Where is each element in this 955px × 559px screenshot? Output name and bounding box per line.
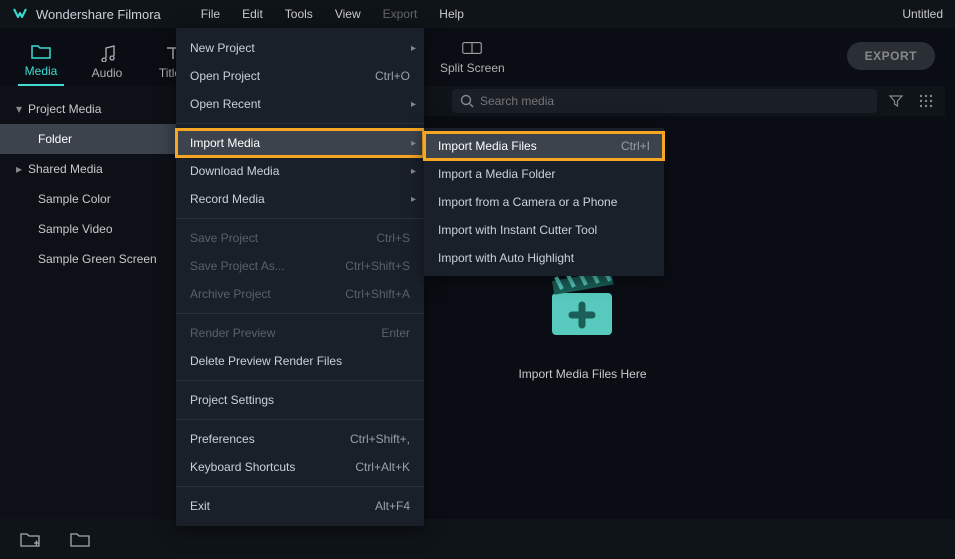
chevron-right-icon: ▸ xyxy=(411,43,416,54)
menu-help[interactable]: Help xyxy=(429,3,474,25)
caret-right-icon: ▸ xyxy=(16,162,28,176)
menu-item-keyboard-shortcuts[interactable]: Keyboard ShortcutsCtrl+Alt+K xyxy=(176,453,424,481)
menu-separator xyxy=(176,380,424,381)
search-field[interactable] xyxy=(480,94,869,108)
menu-separator xyxy=(176,486,424,487)
menu-separator xyxy=(176,419,424,420)
menu-tools[interactable]: Tools xyxy=(275,3,323,25)
chevron-right-icon: ▸ xyxy=(411,99,416,110)
menu-item-render-preview: Render PreviewEnter xyxy=(176,319,424,347)
menu-item-save-project-as: Save Project As...Ctrl+Shift+S xyxy=(176,252,424,280)
menu-view[interactable]: View xyxy=(325,3,371,25)
document-title: Untitled xyxy=(902,7,943,21)
folder-icon-footer[interactable] xyxy=(70,531,90,547)
filter-icon[interactable] xyxy=(885,90,907,112)
menubar: File Edit Tools View Export Help xyxy=(191,3,474,25)
menu-item-record-media[interactable]: Record Media▸ xyxy=(176,185,424,213)
menu-item-project-settings[interactable]: Project Settings xyxy=(176,386,424,414)
menu-separator xyxy=(176,123,424,124)
tab-media[interactable]: Media xyxy=(18,28,64,86)
menu-item-archive-project: Archive ProjectCtrl+Shift+A xyxy=(176,280,424,308)
file-menu-dropdown: New Project▸ Open ProjectCtrl+O Open Rec… xyxy=(176,28,424,526)
chevron-right-icon: ▸ xyxy=(411,166,416,177)
grid-view-icon[interactable] xyxy=(915,90,937,112)
new-folder-icon[interactable] xyxy=(20,531,40,547)
search-icon xyxy=(460,94,474,108)
menu-item-open-project[interactable]: Open ProjectCtrl+O xyxy=(176,62,424,90)
menu-item-new-project[interactable]: New Project▸ xyxy=(176,34,424,62)
menu-separator xyxy=(176,218,424,219)
chevron-right-icon: ▸ xyxy=(411,138,416,149)
menu-item-import-media[interactable]: Import Media▸ xyxy=(176,129,424,157)
import-hint: Import Media Files Here xyxy=(518,367,646,381)
app-name: Wondershare Filmora xyxy=(36,7,161,22)
split-screen-icon xyxy=(462,39,482,57)
menu-item-delete-preview-render[interactable]: Delete Preview Render Files xyxy=(176,347,424,375)
music-icon xyxy=(97,44,117,62)
submenu-import-camera-phone[interactable]: Import from a Camera or a Phone xyxy=(424,188,664,216)
menu-item-exit[interactable]: ExitAlt+F4 xyxy=(176,492,424,520)
export-button[interactable]: EXPORT xyxy=(847,42,935,70)
menu-item-save-project: Save ProjectCtrl+S xyxy=(176,224,424,252)
submenu-import-instant-cutter[interactable]: Import with Instant Cutter Tool xyxy=(424,216,664,244)
search-input[interactable] xyxy=(452,89,877,113)
menu-export[interactable]: Export xyxy=(373,3,428,25)
menu-item-download-media[interactable]: Download Media▸ xyxy=(176,157,424,185)
menu-file[interactable]: File xyxy=(191,3,230,25)
submenu-import-auto-highlight[interactable]: Import with Auto Highlight xyxy=(424,244,664,272)
menu-edit[interactable]: Edit xyxy=(232,3,273,25)
folder-icon xyxy=(31,42,51,60)
chevron-right-icon: ▸ xyxy=(411,194,416,205)
menu-separator xyxy=(176,313,424,314)
menu-item-open-recent[interactable]: Open Recent▸ xyxy=(176,90,424,118)
submenu-import-media-files[interactable]: Import Media FilesCtrl+I xyxy=(424,132,664,160)
submenu-import-media-folder[interactable]: Import a Media Folder xyxy=(424,160,664,188)
menu-item-preferences[interactable]: PreferencesCtrl+Shift+, xyxy=(176,425,424,453)
tab-audio[interactable]: Audio xyxy=(84,28,130,86)
app-logo-icon xyxy=(12,6,28,22)
tab-split-screen[interactable]: Split Screen xyxy=(440,39,505,75)
caret-down-icon: ▾ xyxy=(16,102,28,116)
import-media-submenu: Import Media FilesCtrl+I Import a Media … xyxy=(424,128,664,276)
